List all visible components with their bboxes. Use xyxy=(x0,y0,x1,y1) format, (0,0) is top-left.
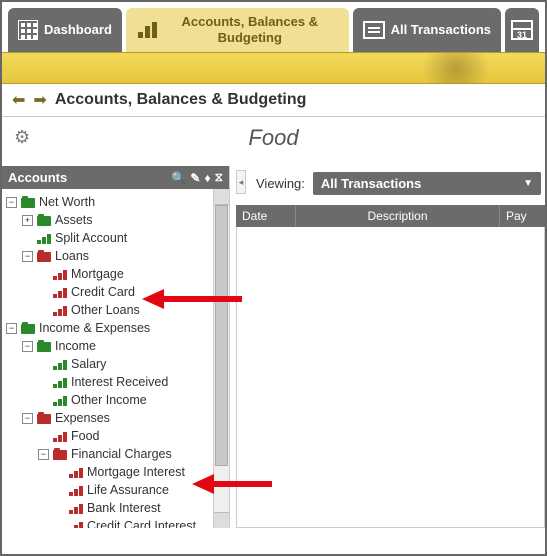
tab-all-transactions[interactable]: All Transactions xyxy=(353,8,501,52)
expander-icon[interactable]: − xyxy=(22,413,33,424)
folder-icon xyxy=(37,215,51,226)
scroll-track[interactable] xyxy=(214,205,229,512)
tab-label: Accounts, Balances & Budgeting xyxy=(161,14,339,45)
nav-back-icon[interactable]: ⬅ xyxy=(12,90,25,110)
panel-collapse-handle[interactable]: ◂ xyxy=(236,170,246,194)
ribbon-band xyxy=(2,52,545,84)
tree-node-net-worth[interactable]: −Net Worth xyxy=(2,193,213,211)
tree-node-salary[interactable]: Salary xyxy=(2,355,213,373)
grid-header: Date Description Pay xyxy=(236,205,545,227)
account-icon xyxy=(53,287,67,298)
account-icon xyxy=(69,485,83,496)
accounts-tree: −Net Worth +Assets Split Account −Loans … xyxy=(2,189,213,528)
breadcrumb-title: Accounts, Balances & Budgeting xyxy=(55,91,307,109)
tree-node-income[interactable]: −Income xyxy=(2,337,213,355)
expander-icon[interactable]: − xyxy=(22,341,33,352)
scroll-up-icon[interactable] xyxy=(214,189,229,205)
tree-node-bank-interest[interactable]: Bank Interest xyxy=(2,499,213,517)
expander-icon[interactable]: + xyxy=(22,215,33,226)
tree-node-assets[interactable]: +Assets xyxy=(2,211,213,229)
folder-icon xyxy=(37,341,51,352)
main-split: Accounts 🔍 ✎ ♦ ⧖ −Net Worth +Assets Spli… xyxy=(2,166,545,528)
account-icon xyxy=(53,395,67,406)
folder-icon xyxy=(21,323,35,334)
folder-icon xyxy=(21,197,35,208)
account-icon xyxy=(69,467,83,478)
account-icon xyxy=(37,233,51,244)
viewing-row: Viewing: All Transactions ▼ xyxy=(236,166,545,205)
tab-dashboard[interactable]: Dashboard xyxy=(8,8,122,52)
tree-node-other-loans[interactable]: Other Loans xyxy=(2,301,213,319)
breadcrumb-bar: ⬅ ➡ Accounts, Balances & Budgeting xyxy=(2,84,545,117)
tree-node-expenses[interactable]: −Expenses xyxy=(2,409,213,427)
folder-icon xyxy=(53,449,67,460)
scroll-thumb[interactable] xyxy=(215,205,228,466)
account-icon xyxy=(53,431,67,442)
tree-node-life-assurance[interactable]: Life Assurance xyxy=(2,481,213,499)
account-icon xyxy=(53,305,67,316)
tab-label: Dashboard xyxy=(44,22,112,38)
edit-icon[interactable]: ✎ xyxy=(190,171,200,185)
content-header: ⚙ Food xyxy=(2,117,545,166)
sidebar-title: Accounts xyxy=(8,170,67,185)
viewing-dropdown[interactable]: All Transactions ▼ xyxy=(313,172,541,195)
chevron-down-icon: ▼ xyxy=(523,178,533,189)
expander-icon[interactable]: − xyxy=(6,197,17,208)
account-icon xyxy=(69,503,83,514)
sidebar-scrollbar[interactable] xyxy=(213,189,229,528)
tree-node-split-account[interactable]: Split Account xyxy=(2,229,213,247)
tree-node-loans[interactable]: −Loans xyxy=(2,247,213,265)
folder-icon xyxy=(37,251,51,262)
sort-icon[interactable]: ♦ xyxy=(204,171,210,185)
calendar-icon: 31 xyxy=(511,20,533,40)
collapse-icon[interactable]: ⧖ xyxy=(215,170,223,185)
tree-node-other-income[interactable]: Other Income xyxy=(2,391,213,409)
grid-body xyxy=(236,227,545,528)
tree-node-interest-received[interactable]: Interest Received xyxy=(2,373,213,391)
column-description[interactable]: Description xyxy=(296,205,500,227)
tree-node-financial-charges[interactable]: −Financial Charges xyxy=(2,445,213,463)
viewing-value: All Transactions xyxy=(321,176,421,191)
expander-icon[interactable]: − xyxy=(22,251,33,262)
grid-icon xyxy=(18,20,38,40)
top-tab-bar: Dashboard Accounts, Balances & Budgeting… xyxy=(2,2,545,52)
folder-icon xyxy=(37,413,51,424)
tree-node-credit-card-interest[interactable]: Credit Card Interest xyxy=(2,517,213,528)
viewing-label: Viewing: xyxy=(256,176,305,191)
tree-node-income-expenses[interactable]: −Income & Expenses xyxy=(2,319,213,337)
account-icon xyxy=(69,521,83,529)
transactions-icon xyxy=(363,21,385,39)
tab-label: All Transactions xyxy=(391,22,491,38)
decorative-smudge xyxy=(420,53,510,83)
nav-forward-icon[interactable]: ➡ xyxy=(33,90,46,110)
tree-node-mortgage[interactable]: Mortgage xyxy=(2,265,213,283)
sidebar-header: Accounts 🔍 ✎ ♦ ⧖ xyxy=(2,166,229,189)
accounts-sidebar: Accounts 🔍 ✎ ♦ ⧖ −Net Worth +Assets Spli… xyxy=(2,166,230,528)
scroll-down-icon[interactable] xyxy=(214,512,229,528)
tab-accounts-balances-budgeting[interactable]: Accounts, Balances & Budgeting xyxy=(126,8,349,52)
tree-node-mortgage-interest[interactable]: Mortgage Interest xyxy=(2,463,213,481)
page-title: Food xyxy=(248,125,298,151)
account-icon xyxy=(53,359,67,370)
tree-node-credit-card[interactable]: Credit Card xyxy=(2,283,213,301)
bars-icon xyxy=(136,20,155,40)
column-pay[interactable]: Pay xyxy=(500,205,545,227)
tree-node-food[interactable]: Food xyxy=(2,427,213,445)
transactions-panel: ◂ Viewing: All Transactions ▼ Date Descr… xyxy=(230,166,545,528)
account-icon xyxy=(53,269,67,280)
expander-icon[interactable]: − xyxy=(38,449,49,460)
gear-icon[interactable]: ⚙ xyxy=(14,127,30,148)
tab-calendar[interactable]: 31 xyxy=(505,8,539,52)
column-date[interactable]: Date xyxy=(236,205,296,227)
search-icon[interactable]: 🔍 xyxy=(171,171,186,185)
expander-icon[interactable]: − xyxy=(6,323,17,334)
account-icon xyxy=(53,377,67,388)
